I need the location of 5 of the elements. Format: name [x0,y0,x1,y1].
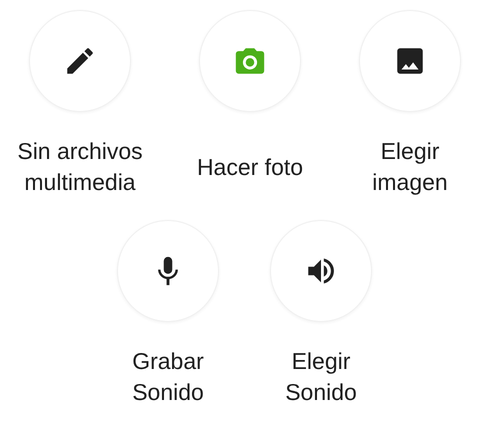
action-label: Elegir imagen [372,137,448,197]
action-label: Hacer foto [196,152,304,182]
action-label: Sin archivos multimedia [17,137,143,197]
action-label: Elegir Sonido [285,347,357,407]
action-label: Grabar Sonido [132,347,204,407]
